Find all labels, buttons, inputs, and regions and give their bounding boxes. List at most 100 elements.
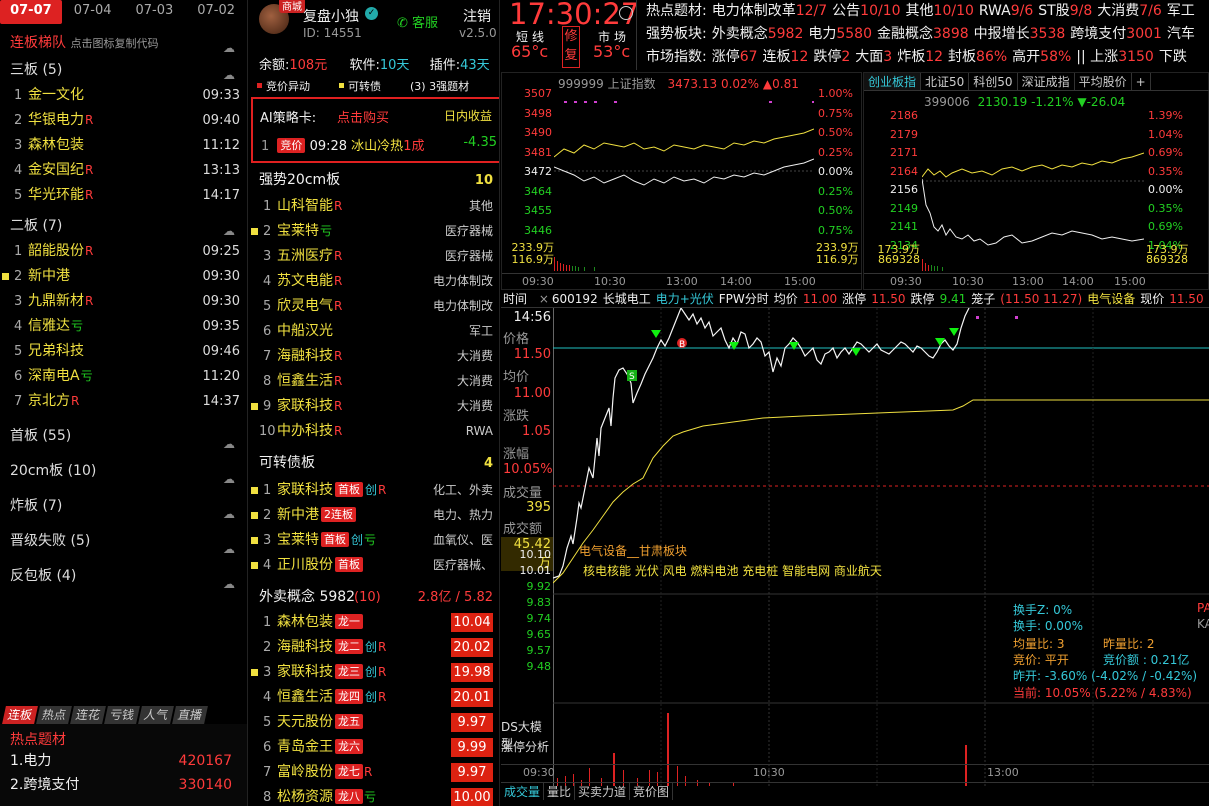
cloud-download-icon[interactable]: ☁ — [223, 63, 241, 82]
strong-20cm-row[interactable]: 8 恒鑫生活R 大消费 — [249, 369, 499, 394]
ladder-group-header[interactable]: 三板 (5) ☁ — [0, 58, 247, 83]
ladder-row[interactable]: 3 九鼎新材R 09:30 — [0, 289, 247, 314]
header-item[interactable]: 高开58% — [1012, 49, 1071, 65]
header-item[interactable]: 汽车 — [1167, 26, 1195, 42]
header-item[interactable]: 金融概念3898 — [877, 26, 969, 42]
takeout-concept-row[interactable]: 6 青岛金王 龙六 9.99 — [249, 735, 499, 760]
date-tab[interactable]: 07-04 — [62, 0, 124, 24]
index-tab[interactable]: 深证成指 — [1018, 73, 1075, 90]
tab-limit-board[interactable]: 连板 — [2, 706, 38, 724]
cloud-download-icon[interactable]: ☁ — [223, 37, 241, 55]
ladder-collapsed-group[interactable]: 20cm板 (10) ☁ — [0, 455, 247, 490]
close-icon[interactable]: × — [535, 292, 549, 306]
convertible-bond-row[interactable]: 1 家联科技 首板 创R 化工、外卖 — [249, 478, 499, 503]
header-item[interactable]: 下跌 — [1159, 49, 1187, 65]
hot-topic-row[interactable]: 1.电力 420167 — [0, 749, 247, 773]
header-item[interactable]: 中报增长3538 — [974, 26, 1066, 42]
header-item[interactable]: 军工 — [1167, 3, 1195, 19]
takeout-concept-row[interactable]: 2 海融科技 龙二 创R 20.02 — [249, 635, 499, 660]
index-tab[interactable]: 平均股价 — [1075, 73, 1132, 90]
ladder-collapsed-group[interactable]: 反包板 (4) ☁ — [0, 560, 247, 595]
ladder-row[interactable]: 5 兄弟科技 09:46 — [0, 339, 247, 364]
ladder-row[interactable]: 5 华光环能R 14:17 — [0, 183, 247, 208]
takeout-concept-row[interactable]: 4 恒鑫生活 龙四 创R 20.01 — [249, 685, 499, 710]
date-tab[interactable]: 07-03 — [124, 0, 186, 24]
strong-20cm-row[interactable]: 3 五洲医疗R 医疗器械 — [249, 244, 499, 269]
header-item[interactable]: 电力5580 — [808, 26, 872, 42]
indicator-tab[interactable]: 量比 — [544, 783, 576, 800]
ladder-row[interactable]: 3 森林包装 11:12 — [0, 133, 247, 158]
strong-20cm-row[interactable]: 7 海融科技R 大消费 — [249, 344, 499, 369]
convertible-bond-row[interactable]: 3 宝莱特 首板 创亏 血氧仪、医 — [249, 528, 499, 553]
takeout-concept-row[interactable]: 8 松杨资源 龙八亏 10.00 — [249, 785, 499, 806]
ds-model-button[interactable]: DS大模型 — [501, 718, 553, 751]
strong-20cm-row[interactable]: 4 苏文电能R 电力体制改 — [249, 269, 499, 294]
limit-up-analysis-button[interactable]: 涨停分析 — [501, 738, 553, 758]
cloud-download-icon[interactable]: ☁ — [223, 428, 241, 451]
tab-loss[interactable]: 亏钱 — [104, 706, 140, 724]
header-item[interactable]: 大消费7/6 — [1097, 3, 1162, 19]
cloud-download-icon[interactable]: ☁ — [223, 498, 241, 521]
ladder-row[interactable]: 1 金一文化 09:33 — [0, 83, 247, 108]
clock-settings-icon[interactable] — [619, 6, 633, 20]
ladder-collapsed-group[interactable]: 首板 (55) ☁ — [0, 420, 247, 455]
index-tab[interactable]: 科创50 — [969, 73, 1018, 90]
ladder-collapsed-group[interactable]: 炸板 (7) ☁ — [0, 490, 247, 525]
cloud-download-icon[interactable]: ☁ — [223, 219, 241, 238]
cloud-download-icon[interactable]: ☁ — [223, 533, 241, 556]
repair-button[interactable]: 修复 — [562, 26, 580, 68]
strong-20cm-row[interactable]: 2 宝莱特亏 医疗器械 — [249, 219, 499, 244]
tab-popularity[interactable]: 人气 — [138, 706, 174, 724]
indicator-tab[interactable]: 买卖力道 — [575, 783, 631, 800]
logout-button[interactable]: 注销 — [463, 6, 491, 26]
header-item[interactable]: 外卖概念5982 — [712, 26, 804, 42]
shanghai-index-chart[interactable]: 999999 上证指数 3473.13 0.02% ▲0.81 3507 3498… — [501, 72, 862, 290]
header-item[interactable]: 跌停2 — [813, 49, 850, 65]
ladder-row[interactable]: 7 京北方R 14:37 — [0, 389, 247, 414]
ai-card-row[interactable]: 1 竞价 09:28 冰山冷热1成 -4.35 — [261, 135, 497, 154]
date-tab[interactable]: 07-07 — [0, 0, 62, 24]
service-button[interactable]: ✆ 客服 — [397, 12, 438, 31]
takeout-concept-row[interactable]: 5 天元股份 龙五 9.97 — [249, 710, 499, 735]
date-tab[interactable]: 07-02 — [185, 0, 247, 24]
strong-20cm-row[interactable]: 10 中办科技R RWA — [249, 419, 499, 444]
header-item[interactable]: 封板86% — [948, 49, 1007, 65]
header-item[interactable]: 电力体制改革12/7 — [712, 3, 827, 19]
index-tab[interactable]: 创业板指 — [864, 73, 922, 90]
tab-live[interactable]: 直播 — [172, 706, 209, 724]
strong-20cm-row[interactable]: 5 欣灵电气R 电力体制改 — [249, 294, 499, 319]
tab-hot[interactable]: 热点 — [36, 706, 72, 724]
takeout-concept-row[interactable]: 7 富岭股份 龙七 R 9.97 — [249, 760, 499, 785]
gem-index-chart[interactable]: 创业板指 北证50 科创50 深证成指 平均股价 + 399006 2130.19 -1.… — [863, 72, 1209, 290]
ladder-row[interactable]: 1 韶能股份R 09:25 — [0, 239, 247, 264]
cloud-download-icon[interactable]: ☁ — [223, 568, 241, 591]
header-item[interactable]: 涨停67 — [712, 49, 758, 65]
ladder-group-header[interactable]: 二板 (7) ☁ — [0, 214, 247, 239]
takeout-concept-row[interactable]: 3 家联科技 龙三 创R 19.98 — [249, 660, 499, 685]
ladder-collapsed-group[interactable]: 晋级失败 (5) ☁ — [0, 525, 247, 560]
indicator-tab[interactable]: 竞价图 — [630, 783, 674, 800]
takeout-concept-row[interactable]: 1 森林包装 龙一 10.04 — [249, 610, 499, 635]
convertible-bond-row[interactable]: 2 新中港 2连板 电力、热力 — [249, 503, 499, 528]
strong-20cm-row[interactable]: 1 山科智能R 其他 — [249, 194, 499, 219]
header-item[interactable]: 炸板12 — [897, 49, 943, 65]
hot-topic-row[interactable]: 2.跨境支付 330140 — [0, 773, 247, 797]
convertible-bond-row[interactable]: 4 正川股份 首板 医疗器械、 — [249, 553, 499, 578]
header-item[interactable]: 公告10/10 — [832, 3, 900, 19]
ladder-row[interactable]: 4 信雅达亏 09:35 — [0, 314, 247, 339]
header-item[interactable]: 其他10/10 — [906, 3, 974, 19]
strong-20cm-row[interactable]: 6 中船汉光 军工 — [249, 319, 499, 344]
strong-20cm-row[interactable]: 9 家联科技R 大消费 — [249, 394, 499, 419]
buy-link[interactable]: 点击购买 — [337, 107, 389, 126]
header-item[interactable]: 跨境支付3001 — [1070, 26, 1162, 42]
index-tab[interactable]: + — [1132, 73, 1151, 90]
ladder-row[interactable]: 2 华银电力R 09:40 — [0, 108, 247, 133]
header-item[interactable]: 大面3 — [855, 49, 892, 65]
header-item[interactable]: ST股9/8 — [1038, 3, 1092, 19]
indicator-tab[interactable]: 成交量 — [501, 783, 545, 800]
tab-connect[interactable]: 连花 — [70, 706, 106, 724]
cloud-download-icon[interactable]: ☁ — [223, 463, 241, 486]
mall-badge[interactable]: 商城 — [279, 0, 305, 13]
index-tab[interactable]: 北证50 — [921, 73, 970, 90]
ladder-row[interactable]: 4 金安国纪R 13:13 — [0, 158, 247, 183]
